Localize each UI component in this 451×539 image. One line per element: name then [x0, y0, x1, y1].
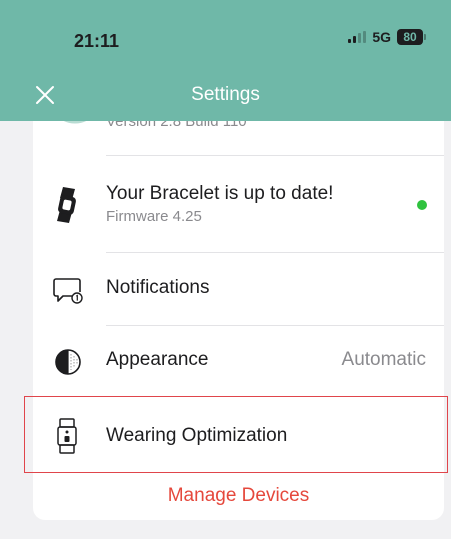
- bracelet-icon: [57, 187, 76, 223]
- firmware-status-title: Your Bracelet is up to date!: [106, 183, 334, 204]
- signal-icon: [348, 31, 367, 43]
- notifications-row[interactable]: Notifications: [33, 253, 444, 325]
- appearance-row[interactable]: Appearance Automatic: [33, 326, 444, 396]
- notifications-label: Notifications: [106, 277, 210, 298]
- firmware-row[interactable]: Your Bracelet is up to date! Firmware 4.…: [33, 156, 444, 252]
- appearance-icon: [55, 349, 81, 375]
- firmware-version: Firmware 4.25: [106, 208, 202, 225]
- top-bar: 21:11 5G 80 Settings: [0, 0, 451, 121]
- status-icons: 5G 80: [348, 29, 426, 45]
- appearance-label: Appearance: [106, 349, 209, 370]
- battery-icon: 80: [397, 29, 426, 45]
- up-to-date-dot: [417, 200, 427, 210]
- appearance-value: Automatic: [341, 349, 426, 370]
- manage-devices-button[interactable]: Manage Devices: [33, 485, 444, 507]
- highlight-box: [24, 396, 448, 473]
- app-version: Version 2.8 Build 110: [106, 121, 247, 130]
- app-info-row: Version 2.8 Build 110: [33, 121, 444, 155]
- notification-bubble-icon: [53, 278, 83, 304]
- status-time: 21:11: [74, 31, 120, 51]
- network-type: 5G: [372, 29, 391, 45]
- page-title: Settings: [191, 84, 260, 105]
- app-logo-icon: [63, 121, 87, 124]
